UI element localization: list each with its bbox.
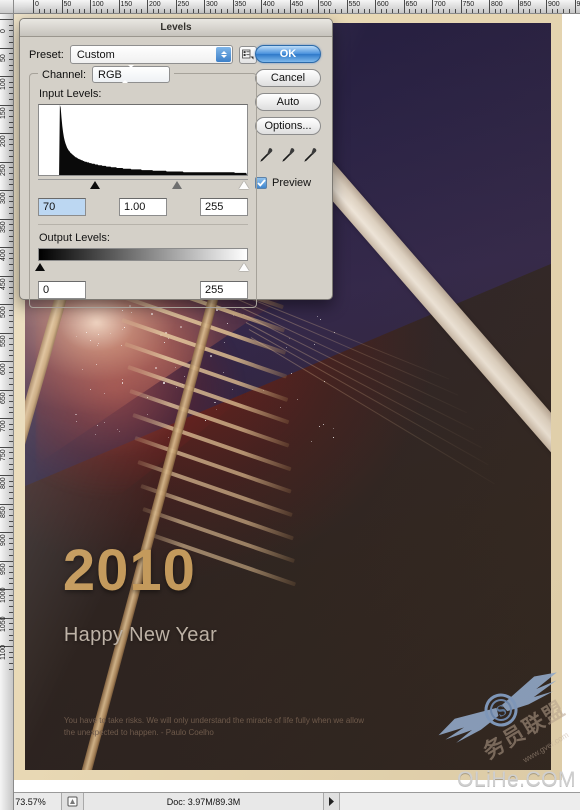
poster-quote: You have to take risks. We will only und…	[63, 715, 365, 737]
output-shadow-slider[interactable]	[35, 263, 46, 271]
preset-label: Preset:	[29, 48, 64, 61]
input-midtone-field[interactable]: 1.00	[119, 198, 167, 216]
watermark-brand: OLiHe.COM	[457, 768, 576, 791]
input-highlight-field[interactable]: 255	[200, 198, 248, 216]
output-level-fields: 0 255	[38, 281, 248, 299]
input-shadow-field[interactable]: 70	[38, 198, 86, 216]
options-button[interactable]: Options...	[255, 117, 321, 135]
eyedropper-group	[259, 147, 317, 163]
status-filler	[340, 793, 580, 810]
channel-select[interactable]: RGB	[92, 65, 171, 83]
input-highlight-slider[interactable]	[238, 181, 249, 189]
histogram-plot	[39, 105, 247, 175]
poster-greeting: Happy New Year	[63, 623, 218, 646]
output-levels-label: Output Levels:	[39, 232, 110, 244]
input-level-fields: 70 1.00 255	[38, 198, 248, 216]
document-profile-icon[interactable]	[62, 793, 84, 810]
input-levels-label: Input Levels:	[39, 88, 102, 100]
divider	[38, 224, 248, 225]
channel-row: Channel: RGB	[38, 65, 175, 83]
auto-button[interactable]: Auto	[255, 93, 321, 111]
vertical-ruler[interactable]: 0 50 100 150 200 250 300 350 400 450 500 550 600 650 7…	[0, 14, 14, 810]
preview-label: Preview	[272, 177, 312, 189]
ruler-corner[interactable]	[0, 0, 14, 14]
output-shadow-field[interactable]: 0	[38, 281, 86, 299]
cancel-button[interactable]: Cancel	[255, 69, 321, 87]
chevron-updown-icon-channel[interactable]	[121, 65, 135, 83]
set-gray-point-eyedropper[interactable]	[281, 147, 295, 163]
output-highlight-field[interactable]: 255	[200, 281, 248, 299]
dialog-button-column: OK Cancel Auto Options... Preview	[253, 45, 323, 189]
status-bar: 73.57% Doc: 3.97M/89.3M	[0, 792, 580, 810]
set-white-point-eyedropper[interactable]	[303, 147, 317, 163]
input-shadow-slider[interactable]	[89, 181, 100, 189]
dialog-title[interactable]: Levels	[20, 19, 332, 37]
preview-toggle[interactable]: Preview	[255, 177, 311, 189]
levels-dialog[interactable]: Levels OK Cancel Auto Options... Preview…	[19, 18, 333, 308]
status-expand-arrow[interactable]	[324, 793, 340, 810]
preset-value: Custom	[76, 48, 115, 61]
ok-button[interactable]: OK	[255, 45, 321, 63]
input-midtone-slider[interactable]	[171, 181, 182, 189]
photoshop-window: 0 50 100 150 200 250 300 350 400 450 500 550 600 650 7…	[0, 0, 580, 810]
output-slider-track[interactable]	[35, 262, 249, 274]
channel-group: Channel: RGB Input Levels: 70 1.00 255 O…	[29, 65, 257, 308]
preset-row: Preset: Custom	[29, 45, 257, 64]
input-slider-track[interactable]	[38, 179, 249, 191]
output-highlight-slider[interactable]	[238, 263, 249, 271]
chevron-updown-icon[interactable]	[216, 47, 231, 62]
doc-size-info: Doc: 3.97M/89.3M	[84, 793, 324, 810]
horizontal-ruler[interactable]: 0 50 100 150 200 250 300 350 400 450 500 550 600 650 7…	[14, 0, 580, 14]
histogram	[38, 104, 248, 176]
channel-value: RGB	[98, 68, 122, 81]
channel-label: Channel:	[42, 68, 87, 81]
output-gradient-ramp	[38, 248, 248, 261]
set-black-point-eyedropper[interactable]	[259, 147, 273, 163]
poster-year: 2010	[62, 538, 196, 604]
preset-select[interactable]: Custom	[69, 45, 233, 64]
